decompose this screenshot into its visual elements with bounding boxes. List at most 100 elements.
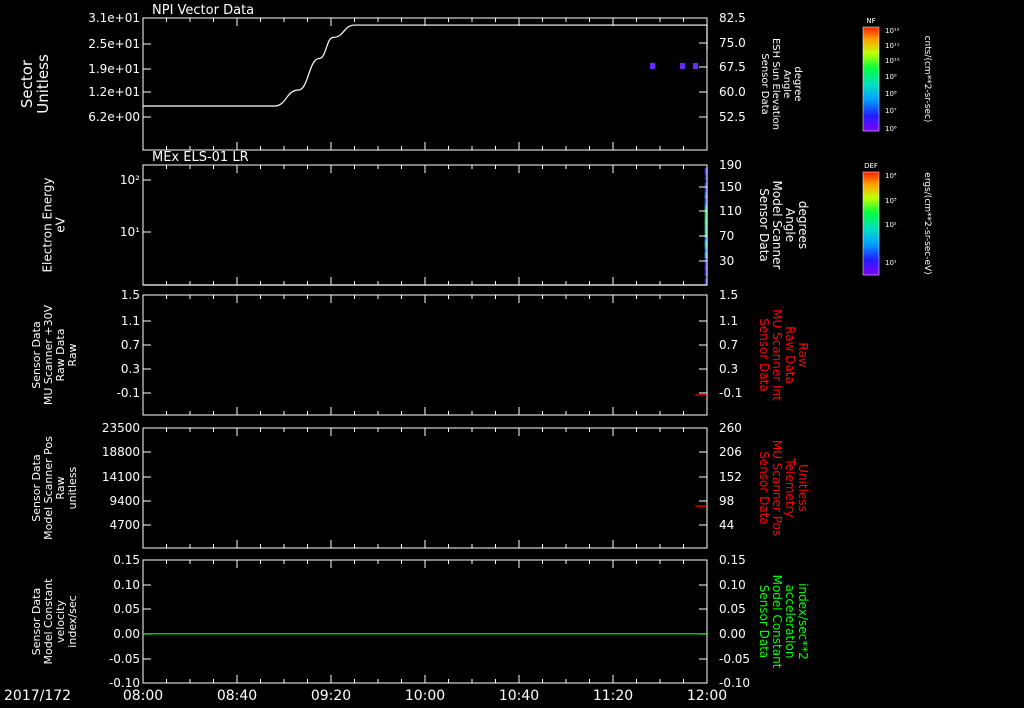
panel-3-right-tick-label: 1.1 — [719, 314, 738, 328]
panel-1-left-tick-label: 1.9e+01 — [88, 62, 140, 76]
panel-1-left-axis-label: Unitless — [34, 54, 52, 114]
panel-2-right-tick-label: 190 — [719, 158, 742, 172]
panel-4-right-tick-label: 98 — [719, 494, 734, 508]
panel-5-right-tick-label: 0.05 — [719, 602, 746, 616]
panel-5-left-tick-label: 0.15 — [113, 553, 140, 567]
panel-4-left-tick-label: 9400 — [109, 494, 140, 508]
colorbar-2-tick-label: 10⁴ — [885, 172, 897, 180]
panel-2-left-tick-label: 10¹ — [120, 225, 140, 239]
panel-2-right-axis-label: degrees — [796, 201, 810, 249]
time-axis-date: 2017/172 — [4, 688, 71, 704]
colorbar-2-tick-label: 10³ — [885, 197, 897, 205]
panel-5-left-tick-label: 0.00 — [113, 627, 140, 641]
panel-5-right-tick-label: 0.10 — [719, 578, 746, 592]
panel-3-left-tick-label: 1.1 — [121, 314, 140, 328]
panel-2-right-tick-label: 110 — [719, 204, 742, 218]
panel-2-left-axis-label: eV — [54, 216, 68, 232]
time-axis-tick-label: 08:00 — [123, 688, 163, 704]
spectrogram-layer — [650, 63, 708, 285]
panel-5-right-axis-label: Model Constant — [770, 575, 784, 669]
time-axis-tick-label: 10:00 — [405, 688, 445, 704]
panel-4-right-axis-label: Telemetry — [783, 457, 797, 517]
panel-5-right-tick-label: -0.05 — [719, 652, 750, 666]
panel-1-right-axis-label: Sensor Data — [759, 53, 770, 114]
panel-3-left-axis-label: Raw — [66, 343, 79, 366]
panel-1-left-tick-label: 6.2e+00 — [88, 110, 140, 124]
panel-3-right-axis-label: Raw Data — [783, 326, 797, 384]
panel-5-right-tick-label: 0.00 — [719, 627, 746, 641]
panel-1-right-tick-label: 52.5 — [719, 110, 746, 124]
panel-3-left-tick-label: 0.3 — [121, 362, 140, 376]
panel-2-right-axis-label: Model Scanner — [770, 181, 784, 270]
panel-4-left-tick-label: 14100 — [102, 470, 140, 484]
panel-4-right-tick-label: 206 — [719, 445, 742, 459]
time-axis-tick-label: 11:20 — [593, 688, 633, 704]
panel-3-frame — [142, 294, 708, 416]
panel-4-frame — [142, 427, 708, 549]
panel-3-right-axis-label: Sensor Data — [757, 318, 771, 392]
panel-1-frame — [142, 17, 708, 151]
panel-2-left-axis-label: Electron Energy — [41, 177, 55, 272]
time-axis-tick-label: 08:40 — [217, 688, 257, 704]
panel-4-right-tick-label: 260 — [719, 421, 742, 435]
colorbar-1-tick-label: 10⁶ — [885, 125, 897, 133]
panel-1-right-axis-label: ESH Sun Elevation — [770, 38, 781, 130]
panel-3-left-tick-label: 0.7 — [121, 338, 140, 352]
panel-1-right-tick-label: 82.5 — [719, 11, 746, 25]
panel-2-title: MEx ELS-01 LR — [152, 150, 249, 165]
panel-4-right-axis-label: Unitless — [796, 464, 810, 512]
panel-3-left-tick-label: -0.1 — [117, 386, 140, 400]
colorbar-1-tick-label: 10⁹ — [885, 73, 897, 81]
panel-2-left-tick-label: 10² — [120, 173, 140, 187]
panel-1-left-tick-label: 3.1e+01 — [88, 11, 140, 25]
panel-2-right-axis-label: Angle — [783, 208, 797, 242]
panel-4-right-tick-label: 44 — [719, 518, 734, 532]
panel-2-right-tick-label: 70 — [719, 229, 734, 243]
panel-5-right-axis-label: acceleration — [783, 585, 797, 659]
panel-4-right-tick-label: 152 — [719, 470, 742, 484]
panel-2-frame — [142, 164, 708, 286]
panel-5-left-tick-label: 0.05 — [113, 602, 140, 616]
colorbar-1-tick-label: 10¹² — [885, 27, 900, 35]
npi-spectrogram-cell — [680, 63, 685, 69]
colorbar-1-label: NF — [866, 17, 875, 25]
colorbar-2-tick-label: 10¹ — [885, 259, 897, 267]
panel-3-right-tick-label: 0.3 — [719, 362, 738, 376]
panel-4-left-tick-label: 18800 — [102, 445, 140, 459]
panel-1-series-line — [143, 24, 708, 107]
colorbar-2 — [862, 171, 880, 276]
panel-1-right-tick-label: 67.5 — [719, 60, 746, 74]
panel-1-left-tick-label: 2.5e+01 — [88, 37, 140, 51]
panel-1-right-axis-label: Angle — [781, 70, 792, 98]
panel-3-right-axis-label: MU Scanner Int — [770, 309, 784, 401]
panel-4-right-axis-label: Sensor Data — [757, 451, 771, 525]
panel-5-right-axis-label: Sensor Data — [757, 585, 771, 659]
panel-4-right-axis-label: MU Scanner Pos — [770, 440, 784, 536]
time-axis-tick-label: 09:20 — [311, 688, 351, 704]
panel-2-right-axis-label: Sensor Data — [757, 188, 771, 262]
panel-4-left-axis-label: unitless — [66, 466, 79, 509]
panel-1-title: NPI Vector Data — [152, 3, 254, 18]
panel-3-left-tick-label: 1.5 — [121, 288, 140, 302]
panel-4-left-tick-label: 23500 — [102, 421, 140, 435]
colorbar-1-tick-label: 10¹⁰ — [885, 57, 900, 65]
colorbar-1-tick-label: 10⁸ — [885, 90, 897, 98]
colorbar-1 — [862, 26, 880, 132]
panel-5-right-axis-label: index/sec**2 — [796, 583, 810, 660]
panel-1-right-tick-label: 75.0 — [719, 36, 746, 50]
panel-3-right-tick-label: -0.1 — [719, 386, 742, 400]
colorbars-layer: NF 10¹² 10¹¹ 10¹⁰ 10⁹ 10⁸ 10⁷ 10⁶ cnts/(cm**2-sr… — [862, 17, 932, 276]
npi-spectrogram-cell — [650, 63, 655, 69]
colorbar-1-tick-label: 10⁷ — [885, 107, 897, 115]
time-axis-tick-label: 10:40 — [499, 688, 539, 704]
colorbar-2-label: DEF — [864, 162, 878, 170]
plot-canvas: 3.1e+01 2.5e+01 1.9e+01 1.2e+01 6.2e+00 82.5 7… — [4, 3, 932, 704]
colorbar-2-units: ergs/(cm**2-sr-sec-eV) — [922, 172, 932, 274]
panel-5-left-axis-label: index/sec — [66, 595, 79, 647]
panel-5-left-tick-label: -0.05 — [109, 652, 140, 666]
panel-2-right-tick-label: 30 — [719, 254, 734, 268]
panel-1-right-axis-label: degree — [792, 66, 803, 101]
panel-3-right-axis-label: Raw — [796, 342, 810, 367]
panel-1-right-tick-label: 60.0 — [719, 85, 746, 99]
colorbar-2-tick-label: 10² — [885, 221, 897, 229]
